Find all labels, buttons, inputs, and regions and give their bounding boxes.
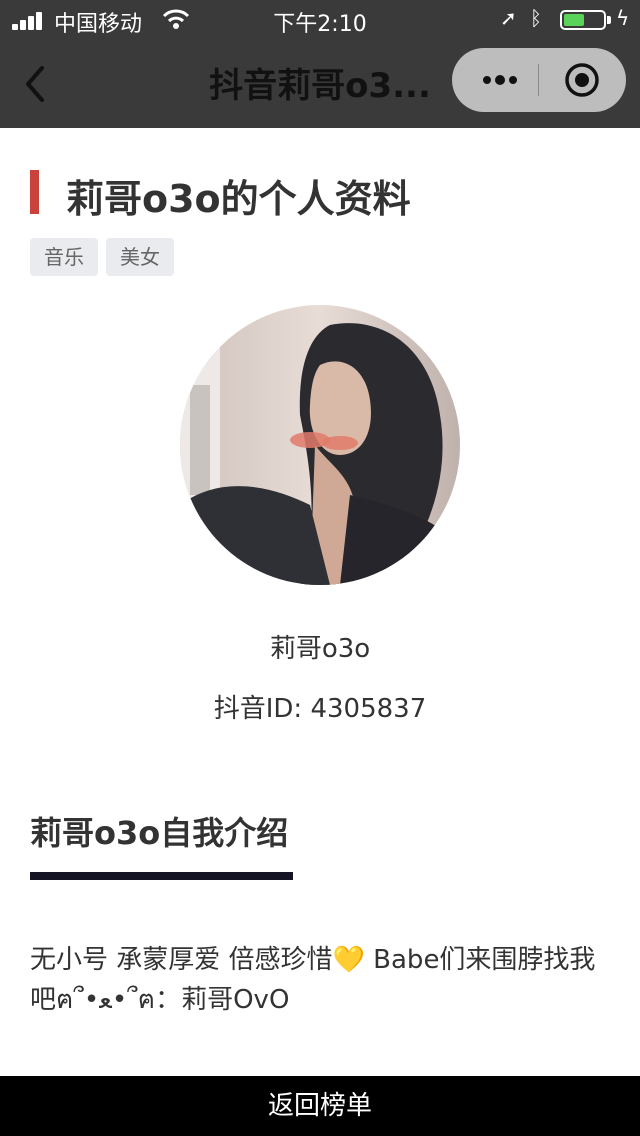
back-to-ranking-button[interactable]: 返回榜单 — [0, 1076, 640, 1136]
clock: 下午2:10 — [273, 12, 367, 37]
more-icon[interactable] — [480, 66, 520, 94]
status-bar: 中国移动 下午2:10 ➚ ᛒ ϟ — [0, 0, 640, 40]
intro-underline — [30, 872, 293, 880]
battery-cap — [607, 16, 611, 24]
intro-title: 莉哥o3o自我介绍 — [30, 814, 289, 852]
profile-id: 抖音ID: 4305837 — [0, 688, 640, 725]
tag-item: 美女 — [106, 238, 174, 276]
heading-accent-bar — [30, 170, 39, 214]
mini-program-capsule — [452, 48, 626, 112]
bluetooth-icon: ᛒ — [530, 6, 542, 30]
page-title: 抖音莉哥o3... — [209, 66, 431, 106]
profile-name: 莉哥o3o — [269, 634, 371, 664]
navigation-bar: 抖音莉哥o3... — [0, 40, 640, 128]
profile-id-label: 抖音ID: — [213, 694, 311, 724]
intro-text: 无小号 承蒙厚爱 倍感珍惜💛 Babe们来围脖找我吧ฅ՞•ﻌ•՞ฅ：莉哥OvO — [30, 945, 596, 1015]
avatar — [180, 305, 460, 585]
close-target-icon[interactable] — [564, 62, 600, 98]
profile-heading-text: 莉哥o3o的个人资料 — [66, 177, 411, 221]
back-chevron-icon[interactable] — [20, 64, 60, 104]
battery-icon — [560, 10, 606, 30]
location-arrow-icon: ➚ — [500, 6, 517, 30]
profile-id-value: 4305837 — [310, 694, 427, 724]
capsule-divider — [538, 64, 539, 96]
tag-item: 音乐 — [30, 238, 98, 276]
charging-icon: ϟ — [616, 6, 630, 30]
top-bar: 中国移动 下午2:10 ➚ ᛒ ϟ 抖音莉哥o3... — [0, 0, 640, 128]
tag-list: 音乐 美女 — [30, 238, 174, 276]
